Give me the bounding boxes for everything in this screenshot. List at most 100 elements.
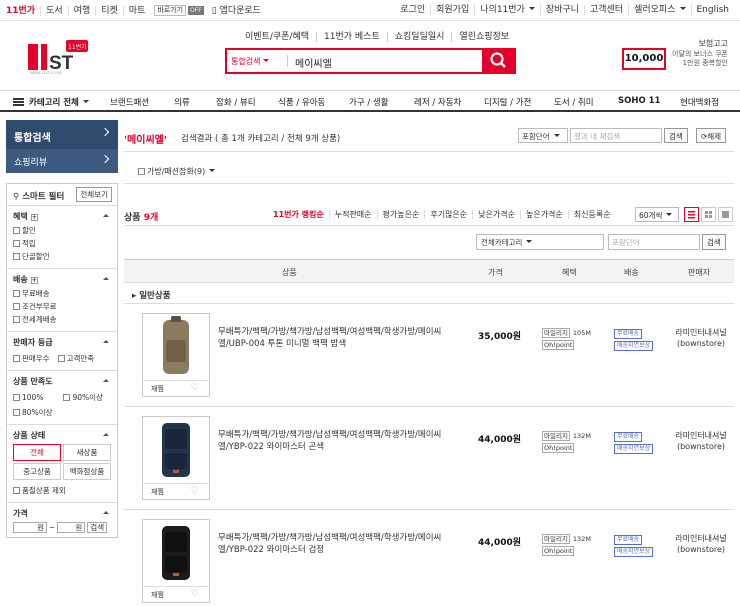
nav-soho11[interactable]: SOHO 11: [618, 96, 660, 106]
app-download-link[interactable]: ▯ 앱다운로드: [204, 6, 266, 16]
per-page-select[interactable]: 60개씩: [635, 207, 679, 222]
checkbox-satisfaction[interactable]: 고객만족: [57, 353, 94, 364]
checkbox-exclude-soldout[interactable]: 품절상품 제외: [13, 485, 111, 496]
gallery-view-icon[interactable]: [718, 207, 733, 222]
link-travel[interactable]: 여행: [67, 5, 96, 16]
price-min-input[interactable]: 원: [13, 522, 47, 533]
shocking-deal-link[interactable]: 쇼킹딜딜일시: [386, 32, 452, 42]
condition-new[interactable]: 새상품: [63, 444, 111, 461]
price-search-button[interactable]: 검색: [87, 522, 108, 533]
link-ticket[interactable]: 티켓: [95, 5, 123, 16]
condition-dept[interactable]: 백화점상품: [63, 463, 111, 480]
nav-furniture-living[interactable]: 가구 / 생활: [349, 96, 389, 108]
collapse-icon[interactable]: [103, 277, 109, 280]
checkbox-discount[interactable]: 할인: [13, 225, 111, 236]
link-books[interactable]: 도서: [40, 5, 68, 16]
checkbox-global-ship[interactable]: 전세계배송: [13, 314, 111, 325]
nav-food-kids[interactable]: 식품 / 유아동: [278, 96, 325, 108]
link-mart[interactable]: 마트: [122, 5, 151, 16]
product-seller[interactable]: 라미인터내셔널 (bownstore): [670, 533, 732, 555]
product-name[interactable]: 무배특가/백팩/가방/책가방/남성백팩/여성백팩/학생가방/메이씨엘/UBP-0…: [218, 326, 458, 350]
product-row[interactable]: 재찜 ♡ 무배특가/백팩/가방/책가방/남성백팩/여성백팩/학생가방/메이씨엘/…: [124, 511, 734, 606]
wish-label[interactable]: 재찜: [151, 384, 164, 394]
refine-search-button[interactable]: 검색: [664, 128, 688, 143]
login-link[interactable]: 로그인: [395, 5, 430, 15]
sidebar-tab-total[interactable]: 통합검색: [6, 120, 118, 149]
cart-link[interactable]: 장바구니: [539, 5, 584, 15]
sidebar-tab-review[interactable]: 쇼핑리뷰: [6, 149, 118, 173]
promo-banner[interactable]: 보험고고 10,000 이달의 보너스 쿠폰 1만원 중복할인: [620, 38, 730, 74]
checkbox-90[interactable]: 90%이상: [63, 392, 103, 403]
sort-reviews[interactable]: 후기많은순: [424, 210, 472, 219]
sort-newest[interactable]: 최신등록순: [567, 210, 616, 219]
checkbox-free-ship[interactable]: 무료배송: [13, 288, 111, 299]
plus-icon[interactable]: +: [30, 214, 38, 221]
signup-link[interactable]: 회원가입: [430, 5, 474, 15]
nav-goods-beauty[interactable]: 잡화 / 뷰티: [216, 96, 256, 108]
checkbox-bag-fashion[interactable]: 가방/패션잡화(9): [138, 166, 215, 177]
search-input[interactable]: 메이씨엘: [295, 55, 332, 70]
condition-used[interactable]: 중고상품: [13, 463, 61, 480]
sort-price-high[interactable]: 높은가격순: [519, 210, 568, 219]
sort-price-low[interactable]: 낮은가격순: [472, 210, 520, 219]
collapse-icon[interactable]: [103, 340, 109, 343]
product-seller[interactable]: 라미인터내셔널 (bownstore): [670, 327, 732, 349]
english-link[interactable]: English: [690, 5, 735, 15]
collapse-icon[interactable]: [103, 379, 109, 382]
grid-view-icon[interactable]: [701, 207, 716, 222]
nav-leisure-car[interactable]: 레저 / 자동차: [414, 96, 461, 108]
sort-ranking[interactable]: 11번가 랭킹순: [268, 210, 329, 219]
scope-select[interactable]: 포함단어: [518, 128, 568, 143]
refine-search-input[interactable]: 결과 내 재검색: [570, 128, 662, 143]
nav-brand-fashion[interactable]: 브랜드패션: [110, 96, 149, 108]
product-name[interactable]: 무배특가/백팩/가방/책가방/남성백팩/여성백팩/학생가방/메이씨엘/YBP-0…: [218, 429, 458, 453]
wish-label[interactable]: 재찜: [151, 590, 164, 600]
site-logo[interactable]: ST 11번가 WWW.11ST.CO.KR: [28, 40, 90, 75]
checkbox-cond-free[interactable]: 조건부무료: [13, 301, 111, 312]
my11-link[interactable]: 나의11번가: [474, 5, 540, 15]
product-row[interactable]: 재찜 ♡ 무배특가/백팩/가방/책가방/남성백팩/여성백팩/학생가방/메이씨엘/…: [124, 408, 734, 510]
best-link[interactable]: 11번가 베스트: [316, 32, 387, 42]
condition-all[interactable]: 전체: [13, 444, 61, 461]
product-thumbnail[interactable]: 재찜 ♡: [142, 313, 210, 397]
product-name[interactable]: 무배특가/백팩/가방/책가방/남성백팩/여성백팩/학생가방/메이씨엘/YBP-0…: [218, 532, 458, 556]
reset-button[interactable]: ⟳해제: [696, 128, 727, 143]
search-category-select[interactable]: 통합검색: [231, 56, 269, 67]
nav-all-categories[interactable]: 카테고리 전체: [29, 96, 89, 108]
sort-sales[interactable]: 누적판매순: [328, 210, 377, 219]
sort-rating[interactable]: 평가높은순: [376, 210, 425, 219]
quick-off-badge[interactable]: OFF: [188, 6, 204, 15]
seller-office-link[interactable]: 셀러오피스: [628, 5, 690, 15]
product-seller[interactable]: 라미인터내셔널 (bownstore): [670, 430, 732, 452]
product-thumbnail[interactable]: 재찜 ♡: [142, 416, 210, 500]
nav-hyundai[interactable]: 현대백화점: [680, 96, 719, 108]
heart-icon[interactable]: ♡: [191, 383, 199, 393]
event-link[interactable]: 이벤트/쿠폰/혜택: [238, 32, 316, 42]
checkbox-regular-discount[interactable]: 단골할인: [13, 251, 111, 262]
search-button[interactable]: [482, 48, 516, 74]
link-11st[interactable]: 11번가: [6, 6, 40, 16]
collapse-icon[interactable]: [103, 511, 109, 514]
nav-books-hobby[interactable]: 도서 / 취미: [554, 96, 594, 108]
collapse-icon[interactable]: [103, 433, 109, 436]
plus-icon[interactable]: +: [30, 277, 38, 284]
nav-digital[interactable]: 디지털 / 가전: [484, 96, 531, 108]
open-info-link[interactable]: 열린쇼핑정보: [451, 32, 516, 42]
quick-link-toggle[interactable]: 바로가기: [154, 5, 187, 16]
list-view-icon[interactable]: [684, 207, 699, 222]
product-thumbnail[interactable]: 재찜 ♡: [142, 519, 210, 603]
menu-icon[interactable]: [13, 98, 24, 106]
nav-clothing[interactable]: 의류: [174, 96, 190, 108]
cs-link[interactable]: 고객센터: [583, 5, 628, 15]
category-search-button[interactable]: 검색: [702, 234, 726, 250]
category-keyword-input[interactable]: 포함단어: [608, 234, 700, 250]
product-row[interactable]: 재찜 ♡ 무배특가/백팩/가방/책가방/남성백팩/여성백팩/학생가방/메이씨엘/…: [124, 305, 734, 407]
wish-label[interactable]: 재찜: [151, 487, 164, 497]
checkbox-100[interactable]: 100%: [13, 392, 43, 403]
checkbox-80[interactable]: 80%이상: [13, 407, 111, 418]
category-select[interactable]: 전체카테고리: [476, 234, 604, 250]
checkbox-points[interactable]: 적립: [13, 238, 111, 249]
checkbox-top-seller[interactable]: 판매우수: [13, 353, 50, 364]
heart-icon[interactable]: ♡: [191, 589, 199, 599]
heart-icon[interactable]: ♡: [191, 486, 199, 496]
